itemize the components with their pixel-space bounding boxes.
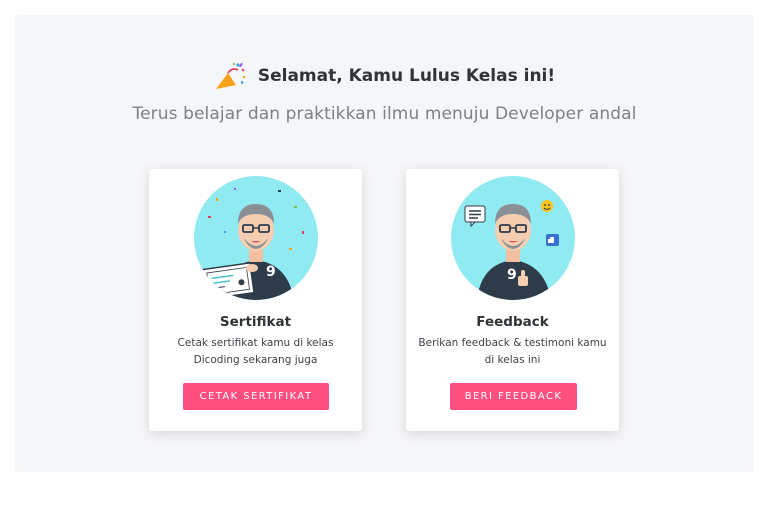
svg-text:9: 9 [507, 267, 517, 283]
party-popper-icon [215, 62, 246, 89]
certificate-card: 9 Sertifikat Cetak sertifikat kamu di ke… [149, 169, 362, 431]
certificate-illustration: 9 [194, 176, 318, 300]
graduation-panel: Selamat, Kamu Lulus Kelas ini! Terus bel… [15, 15, 754, 472]
feedback-illustration: 9 [451, 176, 575, 300]
feedback-card: 9 Feedback Berikan feedback & testimoni … [406, 169, 619, 431]
certificate-description: Cetak sertifikat kamu di kelas Dicoding … [177, 337, 334, 366]
feedback-description: Berikan feedback & testimoni kamu di kel… [418, 337, 607, 366]
print-certificate-button[interactable]: CETAK SERTIFIKAT [183, 383, 329, 410]
feedback-title: Feedback [476, 314, 549, 330]
page-subtitle: Terus belajar dan praktikkan ilmu menuju… [132, 104, 637, 124]
svg-text:9: 9 [266, 264, 276, 280]
give-feedback-button[interactable]: BERI FEEDBACK [450, 383, 577, 410]
certificate-title: Sertifikat [219, 314, 292, 330]
page-title: Selamat, Kamu Lulus Kelas ini! [257, 66, 556, 86]
congrats-header: Selamat, Kamu Lulus Kelas ini! [15, 61, 754, 91]
